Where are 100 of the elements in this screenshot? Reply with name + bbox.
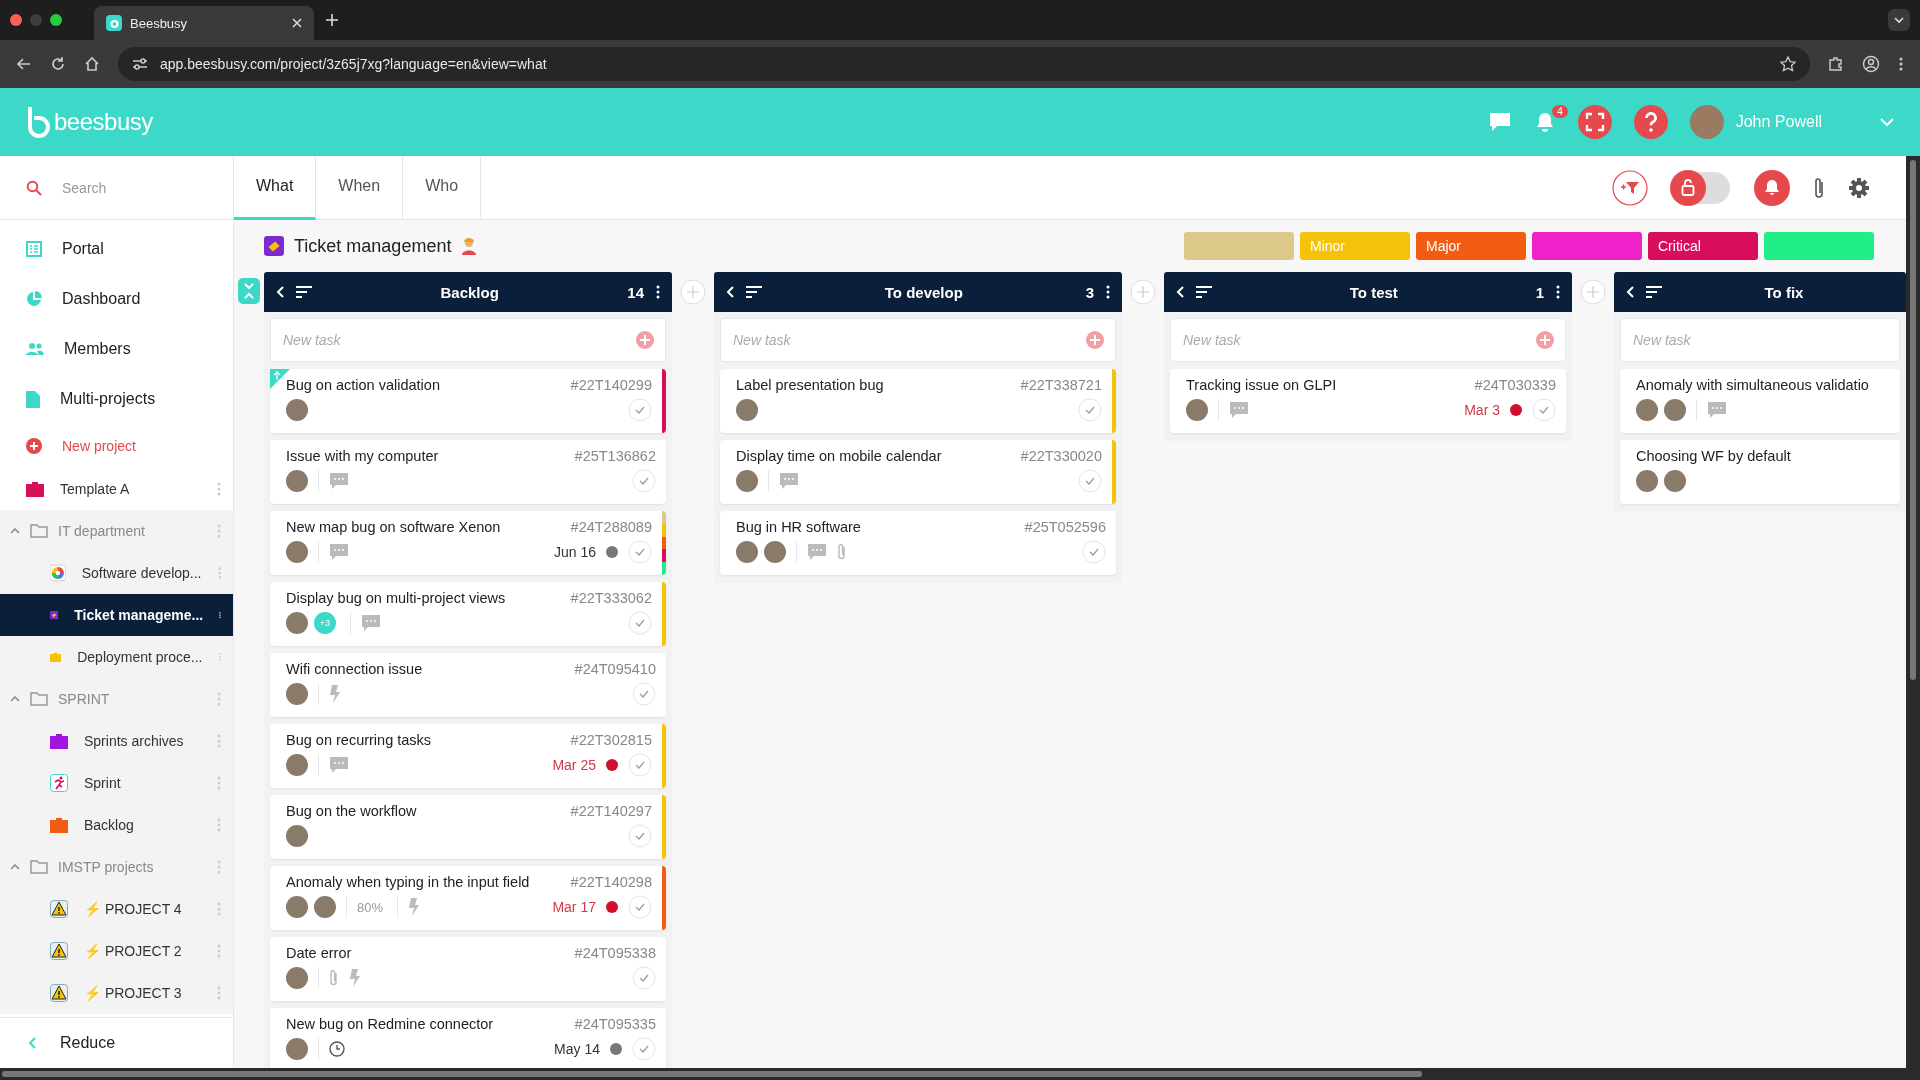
comment-icon[interactable] xyxy=(1707,401,1727,419)
check-icon[interactable] xyxy=(628,895,652,919)
avatar[interactable] xyxy=(286,612,308,634)
zoom-window-button[interactable] xyxy=(50,14,62,26)
new-task-field[interactable]: New task xyxy=(1620,318,1900,362)
home-icon[interactable] xyxy=(84,56,100,72)
star-icon[interactable] xyxy=(1780,56,1796,72)
avatar[interactable] xyxy=(286,896,308,918)
avatar[interactable] xyxy=(286,470,308,492)
scrollbar[interactable] xyxy=(0,1068,1920,1080)
task-card[interactable]: Issue with my computer #25T136862 xyxy=(270,440,666,504)
avatar[interactable] xyxy=(736,399,758,421)
nav-item[interactable]: Portal xyxy=(0,224,233,274)
avatar[interactable] xyxy=(736,541,758,563)
project-item[interactable]: ⚡ PROJECT 2 xyxy=(0,930,233,972)
check-icon[interactable] xyxy=(632,1037,656,1061)
add-icon[interactable] xyxy=(636,331,654,349)
reload-icon[interactable] xyxy=(50,56,66,72)
paperclip-icon[interactable] xyxy=(1812,175,1826,200)
check-icon[interactable] xyxy=(1532,398,1556,422)
check-icon[interactable] xyxy=(632,966,656,990)
sort-icon[interactable] xyxy=(1646,286,1662,298)
task-card[interactable]: Choosing WF by default xyxy=(1620,440,1900,504)
add-icon[interactable] xyxy=(1086,331,1104,349)
check-icon[interactable] xyxy=(628,398,652,422)
site-settings-icon[interactable] xyxy=(132,57,148,71)
search-field[interactable]: Search xyxy=(60,178,204,197)
avatar[interactable] xyxy=(286,825,308,847)
sort-icon[interactable] xyxy=(1196,286,1212,298)
comment-icon[interactable] xyxy=(1229,401,1249,419)
project-item[interactable]: ⚡ PROJECT 3 xyxy=(0,972,233,1014)
task-card[interactable]: Anomaly when typing in the input field #22T140298 80% Mar 17 xyxy=(270,866,666,930)
clock-icon[interactable] xyxy=(329,1041,345,1057)
task-card[interactable]: Bug on recurring tasks #22T302815 Mar 25 xyxy=(270,724,666,788)
check-icon[interactable] xyxy=(632,682,656,706)
avatar[interactable] xyxy=(1636,470,1658,492)
view-tab[interactable]: When xyxy=(316,156,404,220)
address-field[interactable]: app.beesbusy.com/project/3z65j7xg?language=en&view=what xyxy=(118,47,1810,81)
close-icon[interactable] xyxy=(292,18,302,28)
avatar[interactable] xyxy=(1664,470,1686,492)
more-icon[interactable] xyxy=(656,285,660,299)
chevron-left-icon[interactable] xyxy=(726,286,734,298)
settings-icon[interactable] xyxy=(1848,176,1870,199)
chevron-left-icon[interactable] xyxy=(1176,286,1184,298)
user-avatar[interactable] xyxy=(1689,105,1724,139)
avatar[interactable] xyxy=(286,967,308,989)
bell-icon[interactable] xyxy=(1754,169,1790,206)
task-card[interactable]: Bug on the workflow #22T140297 xyxy=(270,795,666,859)
collapse-icon[interactable] xyxy=(10,863,20,871)
lock-toggle[interactable] xyxy=(1670,169,1732,206)
comment-icon[interactable] xyxy=(329,543,349,561)
task-card[interactable]: Display time on mobile calendar #22T330020 xyxy=(720,440,1116,504)
project-item[interactable]: Sprints archives xyxy=(0,720,233,762)
project-item[interactable]: Backlog xyxy=(0,804,233,846)
task-card[interactable]: Wifi connection issue #24T095410 xyxy=(270,653,666,717)
chevron-left-icon[interactable] xyxy=(276,286,284,298)
project-item[interactable]: Sprint xyxy=(0,762,233,804)
add-icon[interactable] xyxy=(1536,331,1554,349)
view-tab[interactable]: What xyxy=(234,156,317,220)
project-item[interactable]: ⚡ PROJECT 4 xyxy=(0,888,233,930)
nav-item[interactable]: New project xyxy=(0,424,233,468)
avatar[interactable] xyxy=(286,1038,308,1060)
paperclip-icon[interactable] xyxy=(329,969,339,987)
collapse-icon[interactable] xyxy=(10,527,20,535)
avatar[interactable] xyxy=(286,754,308,776)
comment-icon[interactable] xyxy=(329,756,349,774)
close-window-button[interactable] xyxy=(10,14,22,26)
chevron-left-icon[interactable] xyxy=(1626,286,1634,298)
task-card[interactable]: Tracking issue on GLPI #24T030339 Mar 3 xyxy=(1170,369,1566,433)
chat-icon[interactable] xyxy=(1487,111,1512,133)
avatar[interactable] xyxy=(764,541,786,563)
task-card[interactable]: Bug in HR software #25T052596 xyxy=(720,511,1116,575)
project-item[interactable]: Software develop... xyxy=(0,552,233,594)
comment-icon[interactable] xyxy=(329,472,349,490)
comment-icon[interactable] xyxy=(361,614,381,632)
more-icon[interactable] xyxy=(1106,285,1110,299)
avatar[interactable] xyxy=(286,399,308,421)
tab-menu-icon[interactable] xyxy=(1888,9,1910,31)
chevron-down-icon[interactable] xyxy=(1880,117,1894,127)
fullscreen-icon[interactable] xyxy=(1577,105,1612,139)
sort-icon[interactable] xyxy=(746,286,762,298)
project-item[interactable]: Ticket manageme... xyxy=(0,594,233,636)
check-icon[interactable] xyxy=(628,824,652,848)
new-task-field[interactable]: New task xyxy=(1170,318,1566,362)
sort-icon[interactable] xyxy=(296,286,312,298)
task-card[interactable]: New bug on Redmine connector #24T095335 May 14 xyxy=(270,1008,666,1068)
task-card[interactable]: Date error #24T095338 xyxy=(270,937,666,1001)
avatar[interactable] xyxy=(1186,399,1208,421)
comment-icon[interactable] xyxy=(779,472,799,490)
lightning-icon[interactable] xyxy=(349,969,361,987)
avatar[interactable] xyxy=(736,470,758,492)
avatar[interactable] xyxy=(1636,399,1658,421)
new-task-field[interactable]: New task xyxy=(720,318,1116,362)
check-icon[interactable] xyxy=(1078,469,1102,493)
nav-item[interactable]: Members xyxy=(0,324,233,374)
avatar[interactable] xyxy=(1664,399,1686,421)
task-card[interactable]: Anomaly with simultaneous validatio xyxy=(1620,369,1900,433)
avatar[interactable] xyxy=(314,896,336,918)
more-icon[interactable] xyxy=(1556,285,1560,299)
task-card[interactable]: New map bug on software Xenon #24T288089 Jun 16 xyxy=(270,511,666,575)
